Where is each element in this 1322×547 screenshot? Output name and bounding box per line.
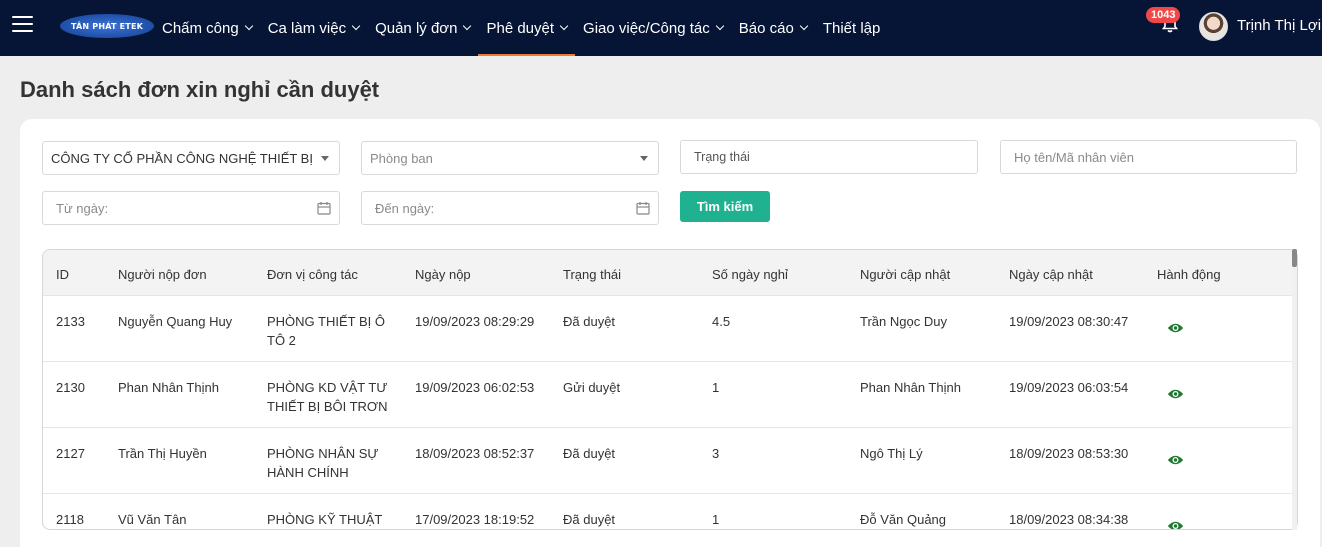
menu-label: Chấm công <box>162 19 239 37</box>
view-eye-icon[interactable] <box>1167 322 1184 334</box>
column-header-id[interactable]: ID <box>56 267 69 282</box>
table-header: ID Người nộp đơn Đơn vị công tác Ngày nộ… <box>43 250 1297 296</box>
chevron-down-icon <box>559 21 569 31</box>
logo-text: TÂN PHÁT ETEK <box>70 21 144 31</box>
cell-submitted: 19/09/2023 08:29:29 <box>415 314 535 329</box>
cell-unit: PHÒNG KD VẬT TƯ THIẾT BỊ BÔI TRƠN <box>267 380 388 414</box>
chevron-down-icon <box>715 21 725 31</box>
chevron-down-icon <box>463 21 472 31</box>
cell-updated-at: 19/09/2023 08:30:47 <box>1009 314 1129 329</box>
to-date-placeholder: Đến ngày: <box>375 200 435 216</box>
cell-updated-at: 19/09/2023 06:03:54 <box>1009 380 1129 395</box>
table-row[interactable]: 2118 Vũ Văn Tân PHÒNG KỸ THUẬT 17/09/202… <box>43 494 1297 530</box>
cell-days: 1 <box>712 380 720 395</box>
menu-item-giao-viec-cong-tac[interactable]: Giao việc/Công tác <box>575 0 731 56</box>
menu-item-quan-ly-don[interactable]: Quản lý đơn <box>367 0 478 56</box>
cell-status: Đã duyệt <box>563 512 616 527</box>
user-name[interactable]: Trịnh Thị Lợi <box>1237 17 1321 34</box>
employee-search-input[interactable]: Họ tên/Mã nhân viên <box>1000 140 1297 174</box>
menu-item-thiet-lap[interactable]: Thiết lập <box>815 0 889 56</box>
table-row[interactable]: 2130 Phan Nhân Thịnh PHÒNG KD VẬT TƯ THI… <box>43 362 1297 428</box>
company-select-value: CÔNG TY CỔ PHẦN CÔNG NGHỆ THIẾT BỊ TÂ... <box>51 150 313 166</box>
scrollbar-thumb[interactable] <box>1292 249 1297 267</box>
to-date-picker[interactable]: Đến ngày: <box>361 191 659 225</box>
leave-requests-table: ID Người nộp đơn Đơn vị công tác Ngày nộ… <box>42 249 1298 530</box>
avatar[interactable] <box>1199 12 1228 41</box>
from-date-picker[interactable]: Từ ngày: <box>42 191 340 225</box>
page-title: Danh sách đơn xin nghỉ cần duyệt <box>20 77 380 102</box>
hamburger-menu-icon[interactable] <box>12 16 33 32</box>
menu-item-phe-duyet[interactable]: Phê duyệt <box>478 0 575 56</box>
cell-id: 2133 <box>56 314 85 329</box>
cell-unit: PHÒNG THIẾT BỊ Ô TÔ 2 <box>267 314 385 348</box>
menu-item-ca-lam-viec[interactable]: Ca làm việc <box>260 0 367 56</box>
top-navbar: TÂN PHÁT ETEK Chấm công Ca làm việc Quản… <box>0 0 1322 56</box>
menu-label: Quản lý đơn <box>375 19 458 37</box>
column-header-days[interactable]: Số ngày nghỉ <box>712 267 788 282</box>
menu-label: Phê duyệt <box>486 19 555 37</box>
company-select[interactable]: CÔNG TY CỔ PHẦN CÔNG NGHỆ THIẾT BỊ TÂ... <box>42 141 340 175</box>
cell-applicant: Phan Nhân Thịnh <box>118 380 219 395</box>
view-eye-icon[interactable] <box>1167 520 1184 530</box>
notification-badge: 1043 <box>1146 7 1181 23</box>
company-logo[interactable]: TÂN PHÁT ETEK <box>60 14 154 38</box>
cell-updated-by: Đỗ Văn Quảng <box>860 512 947 527</box>
cell-updated-by: Trần Ngọc Duy <box>860 314 947 329</box>
table-row[interactable]: 2133 Nguyễn Quang Huy PHÒNG THIẾT BỊ Ô T… <box>43 296 1297 362</box>
cell-status: Đã duyệt <box>563 446 616 461</box>
cell-updated-at: 18/09/2023 08:53:30 <box>1009 446 1129 461</box>
cell-id: 2118 <box>56 512 84 527</box>
cell-unit: PHÒNG KỸ THUẬT <box>267 512 383 527</box>
cell-status: Đã duyệt <box>563 314 616 329</box>
cell-days: 1 <box>712 512 720 527</box>
table-row[interactable]: 2127 Trần Thị Huyền PHÒNG NHÂN SỰ HÀNH C… <box>43 428 1297 494</box>
column-header-updated-at[interactable]: Ngày cập nhật <box>1009 267 1093 282</box>
cell-applicant: Nguyễn Quang Huy <box>118 314 233 329</box>
column-header-actions: Hành động <box>1157 267 1221 282</box>
column-header-submitted[interactable]: Ngày nộp <box>415 267 471 282</box>
table-scrollbar[interactable] <box>1292 249 1297 530</box>
column-header-status[interactable]: Trạng thái <box>563 267 621 282</box>
column-header-updated-by[interactable]: Người cập nhật <box>860 267 950 282</box>
menu-label: Thiết lập <box>822 19 881 37</box>
employee-placeholder: Họ tên/Mã nhân viên <box>1014 149 1134 165</box>
cell-submitted: 17/09/2023 18:19:52 <box>415 512 535 527</box>
menu-label: Ca làm việc <box>267 19 347 37</box>
column-header-unit[interactable]: Đơn vị công tác <box>267 267 358 282</box>
view-eye-icon[interactable] <box>1167 454 1184 466</box>
chevron-down-icon <box>351 21 361 31</box>
calendar-icon <box>636 202 650 215</box>
cell-days: 3 <box>712 446 720 461</box>
calendar-icon <box>317 202 331 215</box>
view-eye-icon[interactable] <box>1167 388 1184 400</box>
cell-applicant: Trần Thị Huyền <box>118 446 207 461</box>
cell-submitted: 18/09/2023 08:52:37 <box>415 446 535 461</box>
menu-label: Giao việc/Công tác <box>583 19 710 37</box>
cell-applicant: Vũ Văn Tân <box>118 512 187 527</box>
status-field[interactable]: Trạng thái <box>680 140 978 174</box>
main-menu: Chấm công Ca làm việc Quản lý đơn Phê du… <box>154 0 888 56</box>
department-select[interactable]: Phòng ban <box>361 141 659 175</box>
chevron-down-icon <box>244 21 253 31</box>
cell-updated-by: Ngô Thị Lý <box>860 446 923 461</box>
chevron-down-icon <box>799 21 809 31</box>
cell-status: Gửi duyệt <box>563 380 621 395</box>
caret-down-icon <box>640 156 648 161</box>
cell-updated-by: Phan Nhân Thịnh <box>860 380 961 395</box>
cell-submitted: 19/09/2023 06:02:53 <box>415 380 535 395</box>
cell-unit: PHÒNG NHÂN SỰ HÀNH CHÍNH <box>267 446 379 480</box>
from-date-placeholder: Từ ngày: <box>56 200 109 216</box>
cell-days: 4.5 <box>712 314 731 329</box>
menu-item-cham-cong[interactable]: Chấm công <box>154 0 260 56</box>
column-header-applicant[interactable]: Người nộp đơn <box>118 267 207 282</box>
menu-label: Báo cáo <box>738 19 794 37</box>
menu-item-bao-cao[interactable]: Báo cáo <box>731 0 815 56</box>
search-button[interactable]: Tìm kiếm <box>680 191 770 222</box>
caret-down-icon <box>321 156 329 161</box>
cell-id: 2130 <box>56 380 85 395</box>
cell-updated-at: 18/09/2023 08:34:38 <box>1009 512 1129 527</box>
status-placeholder: Trạng thái <box>694 150 750 164</box>
cell-id: 2127 <box>56 446 85 461</box>
department-placeholder: Phòng ban <box>370 150 433 166</box>
